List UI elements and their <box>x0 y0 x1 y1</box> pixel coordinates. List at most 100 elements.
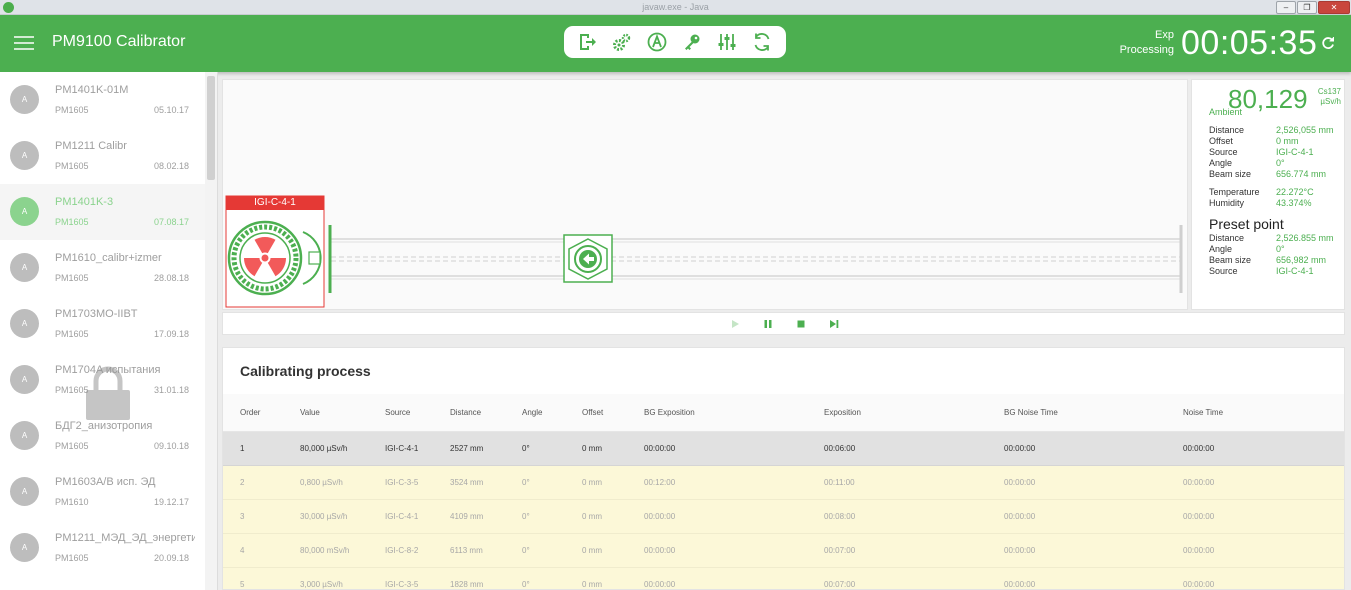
column-header[interactable]: Exposition <box>824 408 861 417</box>
table-cell: 00:11:00 <box>824 478 855 487</box>
close-button[interactable]: ✕ <box>1318 1 1350 14</box>
gears-icon[interactable] <box>612 32 632 52</box>
device-date: 28.08.18 <box>153 273 189 283</box>
table-cell: 3,000 µSv/h <box>300 580 343 589</box>
column-header[interactable]: BG Exposition <box>644 408 695 417</box>
table-cell: IGI-C-4-1 <box>385 444 419 453</box>
table-cell: 0,800 µSv/h <box>300 478 343 487</box>
table-cell: 00:07:00 <box>824 580 856 589</box>
exit-icon[interactable] <box>577 32 597 52</box>
exposure-status: Exp Processing <box>1100 28 1174 58</box>
device-date: 05.10.17 <box>153 105 189 115</box>
refresh-icon[interactable] <box>1321 36 1335 50</box>
toolbar <box>564 26 786 58</box>
avatar: A <box>10 85 39 114</box>
device-model: PM1605 <box>55 441 89 451</box>
calibration-table-card: Calibrating process Order Value Source D… <box>222 347 1345 590</box>
track-view: IGI-C-4-1 <box>222 79 1188 310</box>
table-cell: 00:08:00 <box>824 512 856 521</box>
stop-icon[interactable] <box>795 318 807 330</box>
info-value: 22.272°C <box>1276 187 1314 197</box>
table-cell: 1 <box>240 444 245 453</box>
exp-label: Exp <box>1155 29 1174 41</box>
table-cell: 0 mm <box>582 512 602 521</box>
avatar: A <box>10 253 39 282</box>
sidebar-scrollbar[interactable] <box>205 72 217 590</box>
column-header[interactable]: Order <box>240 408 260 417</box>
dose-unit: µSv/h <box>1320 97 1341 106</box>
table-cell: 2 <box>240 478 245 487</box>
column-header[interactable]: Value <box>300 408 320 417</box>
play-icon[interactable] <box>729 318 741 330</box>
auto-icon[interactable] <box>647 32 667 52</box>
table-cell: IGI-C-3-5 <box>385 478 419 487</box>
table-cell: 00:00:00 <box>644 444 676 453</box>
table-cell: 0 mm <box>582 580 602 589</box>
info-key: Angle <box>1209 244 1233 254</box>
device-item-active[interactable]: A PM1401K-3 PM1605 07.08.17 <box>0 184 205 240</box>
table-row-current[interactable]: 1 80,000 µSv/h IGI-C-4-1 2527 mm 0° 0 mm 00:00… <box>223 432 1344 466</box>
pause-icon[interactable] <box>762 318 774 330</box>
table-cell: 0 mm <box>582 546 602 555</box>
menu-icon[interactable] <box>14 36 34 50</box>
column-header[interactable]: Angle <box>522 408 542 417</box>
table-cell: 00:00:00 <box>1004 444 1036 453</box>
sync-icon[interactable] <box>752 32 772 52</box>
device-item[interactable]: A PM1603A/B исп. ЭД PM1610 19.12.17 <box>0 464 205 520</box>
device-name: PM1603A/B исп. ЭД <box>55 476 156 488</box>
detector-carriage[interactable] <box>563 234 613 283</box>
table-cell: 00:00:00 <box>1004 512 1036 521</box>
maximize-button[interactable]: ❐ <box>1297 1 1317 14</box>
device-item[interactable]: A PM1401K-01M PM1605 05.10.17 <box>0 72 205 128</box>
info-value: 43.374% <box>1276 198 1312 208</box>
info-key: Offset <box>1209 136 1233 146</box>
ambient-label: Ambient <box>1209 107 1243 117</box>
table-title: Calibrating process <box>240 363 371 379</box>
skip-next-icon[interactable] <box>828 318 840 330</box>
playback-controls <box>222 312 1345 335</box>
device-model: PM1605 <box>55 553 89 563</box>
device-model: PM1610 <box>55 497 89 507</box>
sliders-icon[interactable] <box>717 32 737 52</box>
column-header[interactable]: BG Noise Time <box>1004 408 1058 417</box>
sidebar-scroll-thumb[interactable] <box>207 76 215 180</box>
table-cell: 00:00:00 <box>1004 478 1036 487</box>
table-row[interactable]: 5 3,000 µSv/h IGI-C-3-5 1828 mm 0° 0 mm 00:00:… <box>223 568 1344 589</box>
device-date: 07.08.17 <box>153 217 189 227</box>
table-cell: 00:00:00 <box>1004 580 1036 589</box>
info-key: Angle <box>1209 158 1233 168</box>
table-cell: 5 <box>240 580 245 589</box>
device-date: 19.12.17 <box>153 497 189 507</box>
table-row[interactable]: 2 0,800 µSv/h IGI-C-3-5 3524 mm 0° 0 mm 00:12:… <box>223 466 1344 500</box>
table-row[interactable]: 3 30,000 µSv/h IGI-C-4-1 4109 mm 0° 0 mm 00:00… <box>223 500 1344 534</box>
device-name: PM1211_МЭД_ЭД_энергетика <box>55 532 195 544</box>
column-header[interactable]: Distance <box>450 408 481 417</box>
column-header[interactable]: Noise Time <box>1183 408 1223 417</box>
table-row[interactable]: 4 80,000 mSv/h IGI-C-8-2 6113 mm 0° 0 mm 00:00… <box>223 534 1344 568</box>
app-bar: PM9100 Calibrator Exp Processing 00:05:3… <box>0 15 1351 72</box>
minimize-button[interactable]: – <box>1276 1 1296 14</box>
device-list: A PM1401K-01M PM1605 05.10.17 A PM1211 C… <box>0 72 218 590</box>
column-header[interactable]: Offset <box>582 408 603 417</box>
column-header[interactable]: Source <box>385 408 410 417</box>
info-value: 2,526,055 mm <box>1276 125 1334 135</box>
table-header: Order Value Source Distance Angle Offset… <box>223 394 1344 432</box>
table-cell: 30,000 µSv/h <box>300 512 348 521</box>
device-item[interactable]: A PM1211_МЭД_ЭД_энергетика PM1605 20.09.… <box>0 520 205 576</box>
table-cell: IGI-C-4-1 <box>385 512 419 521</box>
key-icon[interactable] <box>682 32 702 52</box>
info-value: 2,526.855 mm <box>1276 233 1334 243</box>
device-model: PM1605 <box>55 329 89 339</box>
device-name: PM1610_calibr+izmer <box>55 252 162 264</box>
table-cell: 1828 mm <box>450 580 484 589</box>
table-cell: IGI-C-3-5 <box>385 580 419 589</box>
table-cell: 3 <box>240 512 245 521</box>
table-cell: 00:00:00 <box>644 546 676 555</box>
device-item[interactable]: A PM1211 Calibr PM1605 08.02.18 <box>0 128 205 184</box>
dose-source: Cs137 <box>1317 87 1341 96</box>
device-item[interactable]: A PM1703MO-IIBT PM1605 17.09.18 <box>0 296 205 352</box>
rails <box>331 238 1181 280</box>
info-value: IGI-C-4-1 <box>1276 266 1314 276</box>
device-item[interactable]: A PM1610_calibr+izmer PM1605 28.08.18 <box>0 240 205 296</box>
avatar: A <box>10 197 39 226</box>
